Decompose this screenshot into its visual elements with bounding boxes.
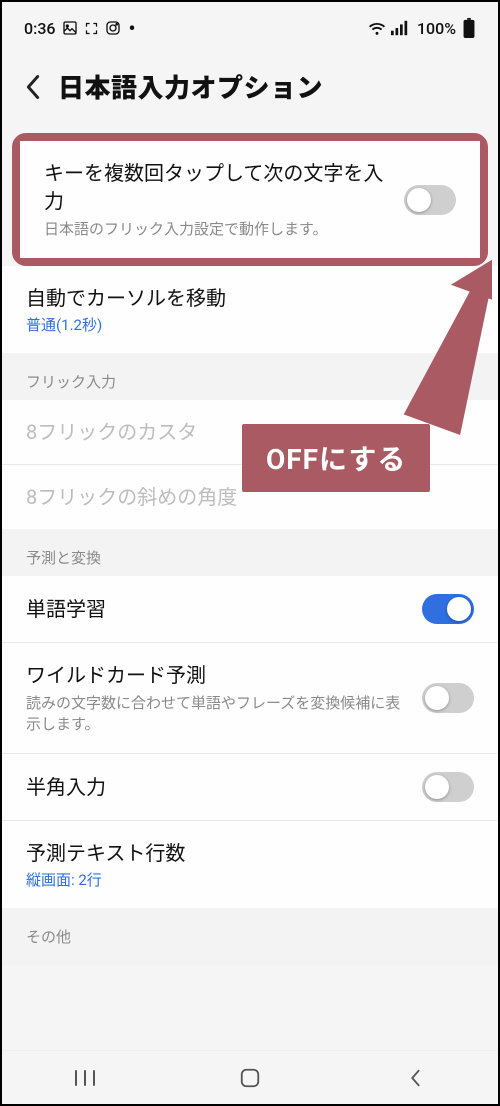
instagram-icon [105,20,121,36]
section-header-other: その他 [2,908,498,965]
navigation-bar [2,1050,498,1104]
setting-wildcard-sub: 読みの文字数に合わせて単語やフレーズを変換候補に表示します。 [26,693,410,735]
toggle-multitap[interactable] [404,185,456,215]
clock-text: 0:36 [24,19,56,38]
setting-8flick-custom[interactable]: 8フリックのカスタ [2,400,498,465]
settings-header: 日本語入力オプション [2,50,498,133]
status-bar: 0:36 • 100% [2,2,498,50]
highlight-box: キーを複数回タップして次の文字を入力 日本語のフリック入力設定で動作します。 [12,133,488,266]
nav-recents-button[interactable] [50,1069,120,1087]
battery-icon [462,18,476,38]
setting-multitap[interactable]: キーを複数回タップして次の文字を入力 日本語のフリック入力設定で動作します。 [20,141,480,258]
setting-halfwidth-title: 半角入力 [26,773,410,801]
setting-predict-lines[interactable]: 予測テキスト行数 縦画面: 2行 [2,821,498,908]
setting-multitap-title: キーを複数回タップして次の文字を入力 [44,159,392,215]
setting-cursor[interactable]: 自動でカーソルを移動 普通(1.2秒) [2,266,498,353]
back-icon[interactable] [24,73,42,101]
nav-back-button[interactable] [380,1067,450,1089]
setting-halfwidth[interactable]: 半角入力 [2,754,498,821]
fullscreen-icon [84,21,99,36]
section-header-flick: フリック入力 [2,353,498,400]
wifi-icon [367,20,387,36]
battery-text: 100% [417,19,456,38]
nav-home-button[interactable] [215,1067,285,1089]
setting-8flick-custom-title: 8フリックのカスタ [26,418,474,446]
setting-predict-lines-title: 予測テキスト行数 [26,839,474,867]
status-left: 0:36 • [24,19,136,38]
setting-wildcard-title: ワイルドカード予測 [26,661,410,689]
status-right: 100% [367,18,476,38]
page-title: 日本語入力オプション [58,68,323,105]
image-icon [62,20,78,36]
signal-icon [391,20,409,36]
setting-cursor-value: 普通(1.2秒) [26,314,474,335]
setting-wildcard[interactable]: ワイルドカード予測 読みの文字数に合わせて単語やフレーズを変換候補に表示します。 [2,643,498,754]
setting-word-learning-title: 単語学習 [26,595,410,623]
setting-8flick-angle[interactable]: 8フリックの斜めの角度 [2,465,498,529]
toggle-halfwidth[interactable] [422,772,474,802]
setting-word-learning[interactable]: 単語学習 [2,576,498,643]
toggle-wildcard[interactable] [422,683,474,713]
setting-cursor-title: 自動でカーソルを移動 [26,284,474,312]
setting-8flick-angle-title: 8フリックの斜めの角度 [26,483,474,511]
section-header-predict: 予測と変換 [2,529,498,576]
setting-multitap-sub: 日本語のフリック入力設定で動作します。 [44,219,392,240]
setting-predict-lines-value: 縦画面: 2行 [26,869,474,890]
toggle-word-learning[interactable] [422,594,474,624]
